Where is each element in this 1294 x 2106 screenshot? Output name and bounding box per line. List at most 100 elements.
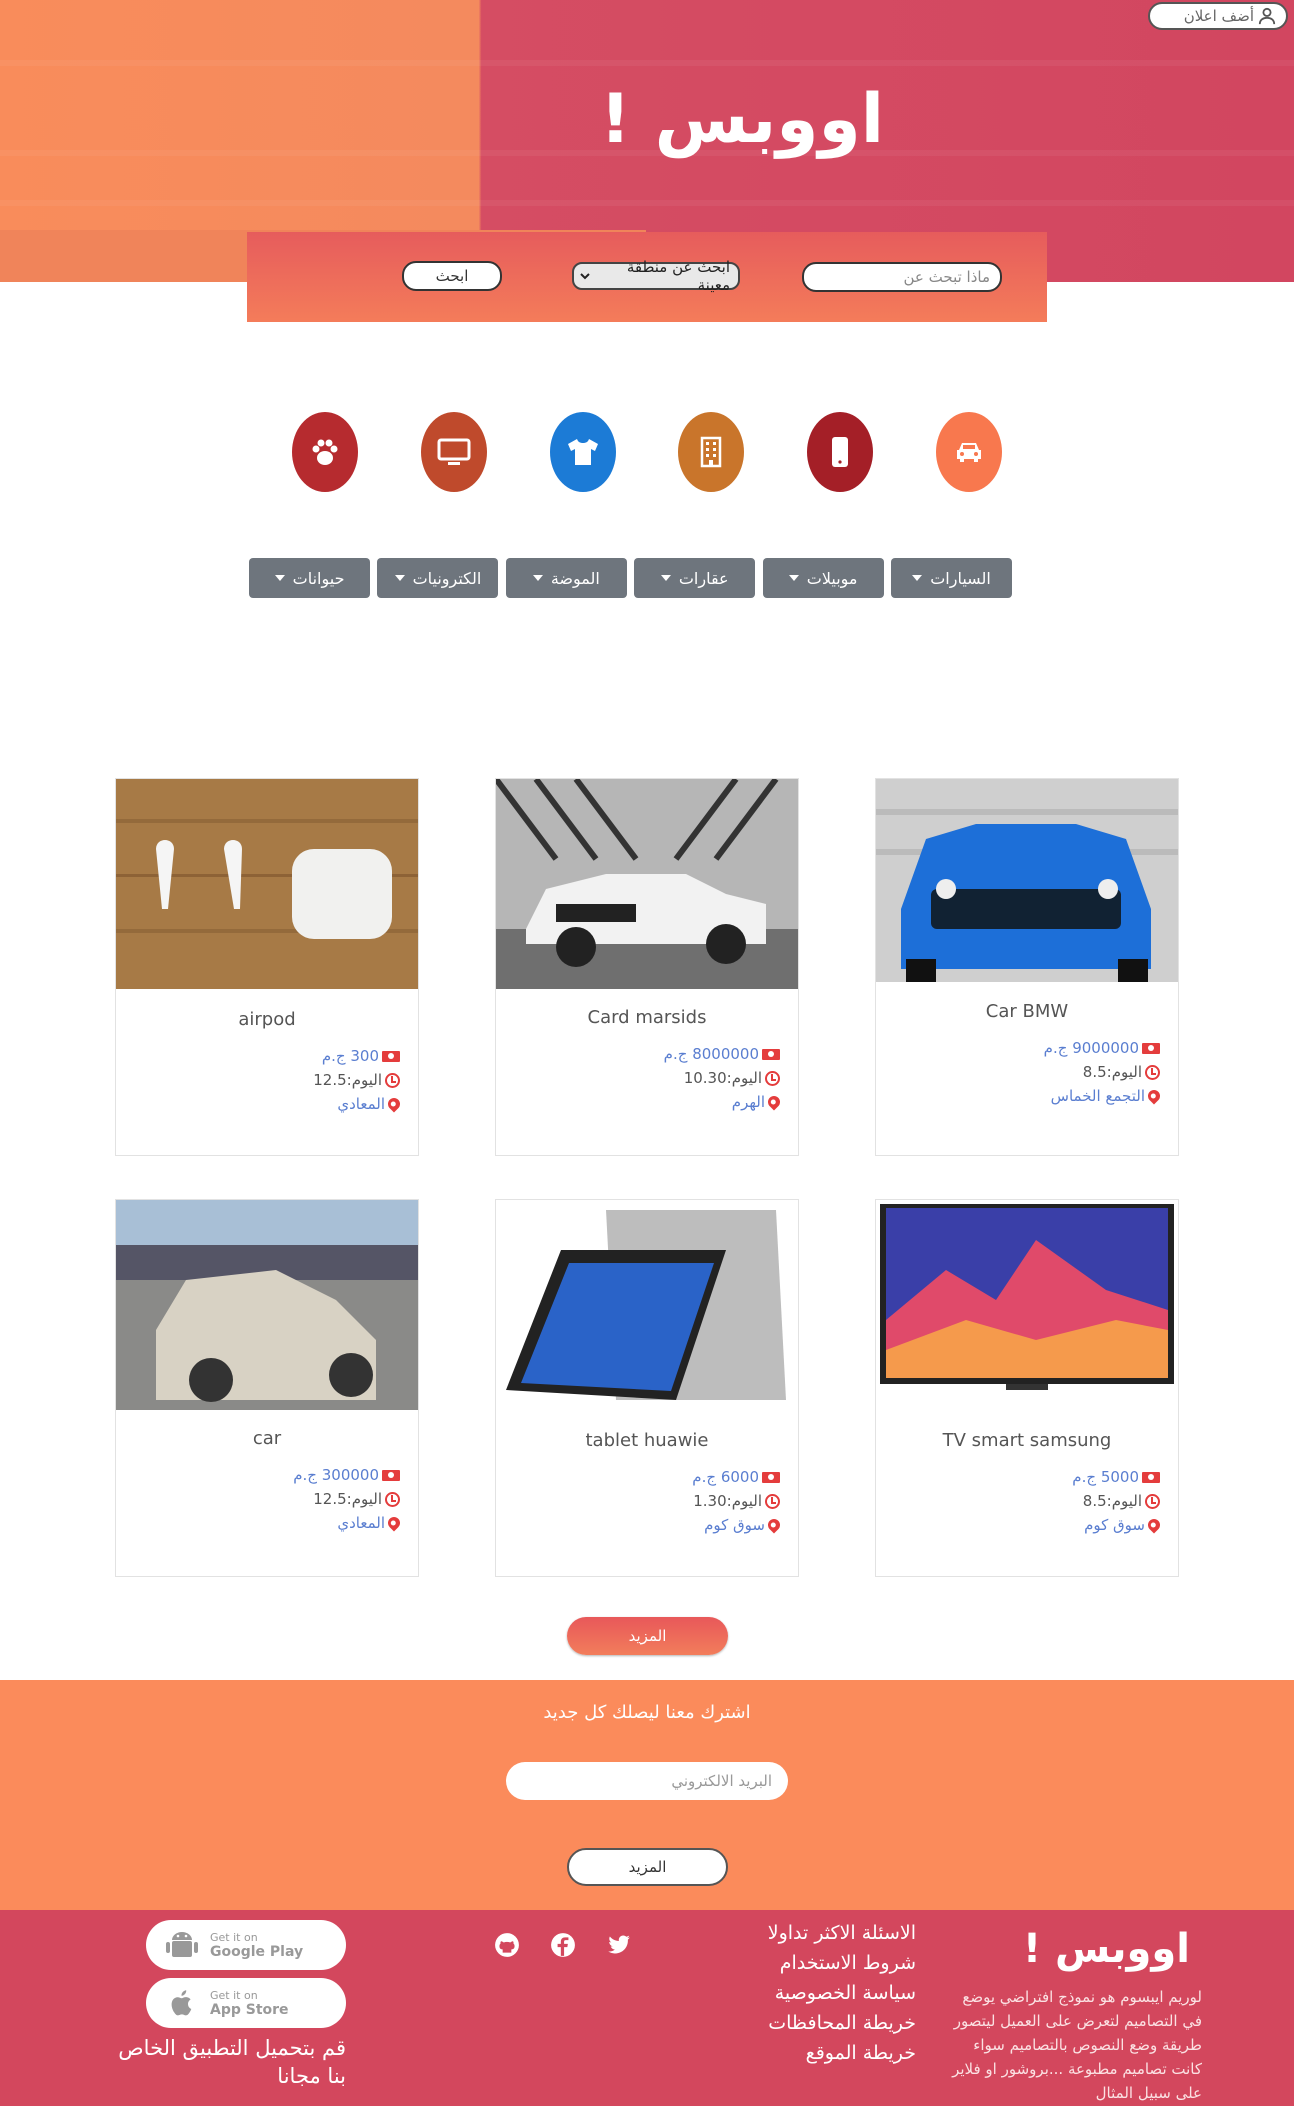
product-location: المعادي [337, 1095, 385, 1113]
app-store-button[interactable]: Get it on App Store [146, 1978, 346, 2028]
menu-electronics[interactable]: الكترونيات [377, 558, 499, 598]
money-icon [382, 1469, 400, 1481]
google-play-button[interactable]: Get it on Google Play [146, 1920, 346, 1970]
product-image [116, 1200, 418, 1410]
footer-links: الاسئلة الاكثر تداولا شروط الاستخدام سيا… [768, 1918, 916, 2068]
email-input[interactable]: البريد الالكتروني [506, 1762, 788, 1800]
footer-brand: اووبس ! [1022, 1926, 1190, 1972]
money-icon [762, 1048, 780, 1060]
github-icon[interactable] [494, 1932, 520, 1958]
money-icon [1142, 1042, 1160, 1054]
menu-animals[interactable]: حيوانات [249, 558, 371, 598]
footer-link-sitemap[interactable]: خريطة الموقع [768, 2038, 916, 2068]
subscribe-button[interactable]: المزيد [567, 1848, 728, 1886]
android-icon [166, 1932, 198, 1957]
menu-mobiles[interactable]: موبيلات [762, 558, 884, 598]
product-image [496, 1200, 798, 1410]
twitter-icon[interactable] [606, 1932, 632, 1958]
mobile-icon [832, 437, 849, 467]
product-location: الهرم [731, 1093, 765, 1111]
footer-link-privacy[interactable]: سياسة الخصوصية [768, 1978, 916, 2008]
footer-link-governorates[interactable]: خريطة المحافظات [768, 2008, 916, 2038]
clock-icon [1145, 1064, 1160, 1080]
product-title: tablet huawie [585, 1430, 709, 1451]
location-pin-icon [765, 1093, 783, 1111]
menu-label: عقارات [678, 568, 729, 588]
location-pin-icon [765, 1516, 783, 1534]
product-image [116, 779, 418, 989]
product-location: المعادي [337, 1514, 385, 1532]
menu-label: الكترونيات [412, 568, 482, 588]
product-location: التجمع الخماس [1050, 1087, 1145, 1105]
category-real-estate-button[interactable] [678, 412, 745, 492]
menu-label: موبيلات [806, 568, 858, 588]
user-icon [1258, 7, 1276, 25]
menu-real-estate[interactable]: عقارات [634, 558, 756, 598]
product-card[interactable]: TV smart samsung 5000 ج.م اليوم:8.5 سوق … [875, 1199, 1179, 1577]
subscribe-heading: اشترك معنا ليصلك كل جديد [543, 1702, 751, 1723]
location-pin-icon [1145, 1087, 1163, 1105]
search-bar: ماذا تبحث عن ابحث عن منطقة معينة ابحث [247, 232, 1047, 322]
product-price: 9000000 ج.م [1043, 1039, 1139, 1057]
paw-icon [312, 439, 338, 465]
money-icon [762, 1471, 780, 1483]
caret-down-icon [912, 575, 923, 581]
product-price: 5000 ج.م [1072, 1468, 1139, 1486]
product-price: 300 ج.م [321, 1047, 379, 1065]
product-title: car [252, 1428, 282, 1449]
caret-down-icon [788, 575, 799, 581]
menu-fashion[interactable]: الموضة [505, 558, 627, 598]
facebook-icon[interactable] [550, 1932, 576, 1958]
building-icon [701, 436, 722, 468]
caret-down-icon [274, 575, 285, 581]
footer-link-faq[interactable]: الاسئلة الاكثر تداولا [768, 1918, 916, 1948]
clock-icon [765, 1070, 780, 1086]
caret-down-icon [660, 575, 671, 581]
footer: اووبس ! لوريم ايبسوم هو نموذج افتراضي يو… [0, 1910, 1294, 2106]
product-time: اليوم:12.5 [313, 1490, 382, 1508]
category-fashion-button[interactable] [549, 412, 616, 492]
product-time: اليوم:12.5 [313, 1071, 382, 1089]
product-card[interactable]: tablet huawie 6000 ج.م اليوم:1.30 سوق كو… [495, 1199, 799, 1577]
google-play-big: Google Play [210, 1943, 304, 1960]
app-store-small: Get it on [210, 1988, 258, 2002]
product-card[interactable]: Car BMW 9000000 ج.م اليوم:8.5 التجمع الخ… [875, 778, 1179, 1156]
category-electronics-button[interactable] [420, 412, 487, 492]
post-ad-button[interactable]: أضف اعلان [1148, 2, 1288, 30]
caret-down-icon [532, 575, 543, 581]
search-input[interactable]: ماذا تبحث عن [802, 262, 1002, 292]
product-card[interactable]: car 300000 ج.م اليوم:12.5 المعادي [115, 1199, 419, 1577]
product-time: اليوم:10.30 [683, 1069, 762, 1087]
menu-label: حيوانات [292, 568, 345, 588]
menu-cars[interactable]: السيارات [891, 558, 1012, 598]
chevron-down-icon [580, 273, 590, 280]
product-price: 6000 ج.م [692, 1468, 759, 1486]
load-more-button[interactable]: المزيد [567, 1617, 728, 1655]
product-title: Car BMW [985, 1001, 1069, 1022]
clock-icon [1145, 1493, 1160, 1509]
clock-icon [765, 1493, 780, 1509]
product-card[interactable]: Card marsids 8000000 ج.م اليوم:10.30 اله… [495, 778, 799, 1156]
money-icon [382, 1050, 400, 1062]
category-mobiles-button[interactable] [807, 412, 874, 492]
category-animals-button[interactable] [292, 412, 358, 492]
region-select[interactable]: ابحث عن منطقة معينة [572, 258, 740, 294]
money-icon [1142, 1471, 1160, 1483]
footer-link-terms[interactable]: شروط الاستخدام [768, 1948, 916, 1978]
product-title: TV smart samsung [942, 1430, 1112, 1451]
product-time: اليوم:8.5 [1082, 1492, 1142, 1510]
product-image [496, 779, 798, 989]
subscribe-section: اشترك معنا ليصلك كل جديد البريد الالكترو… [0, 1680, 1294, 1910]
download-app-text: قم بتحميل التطبيق الخاص بنا مجانا [118, 2036, 346, 2088]
product-time: اليوم:1.30 [693, 1492, 762, 1510]
app-store-big: App Store [210, 2001, 289, 2018]
product-location: سوق كوم [704, 1516, 765, 1534]
tshirt-icon [567, 439, 598, 465]
product-card[interactable]: airpod 300 ج.م اليوم:12.5 المعادي [115, 778, 419, 1156]
product-title: airpod [238, 1009, 296, 1030]
product-price: 8000000 ج.م [663, 1045, 759, 1063]
category-cars-button[interactable] [935, 412, 1002, 492]
menu-label: الموضة [550, 568, 600, 588]
location-pin-icon [385, 1095, 403, 1113]
search-button[interactable]: ابحث [402, 261, 502, 291]
